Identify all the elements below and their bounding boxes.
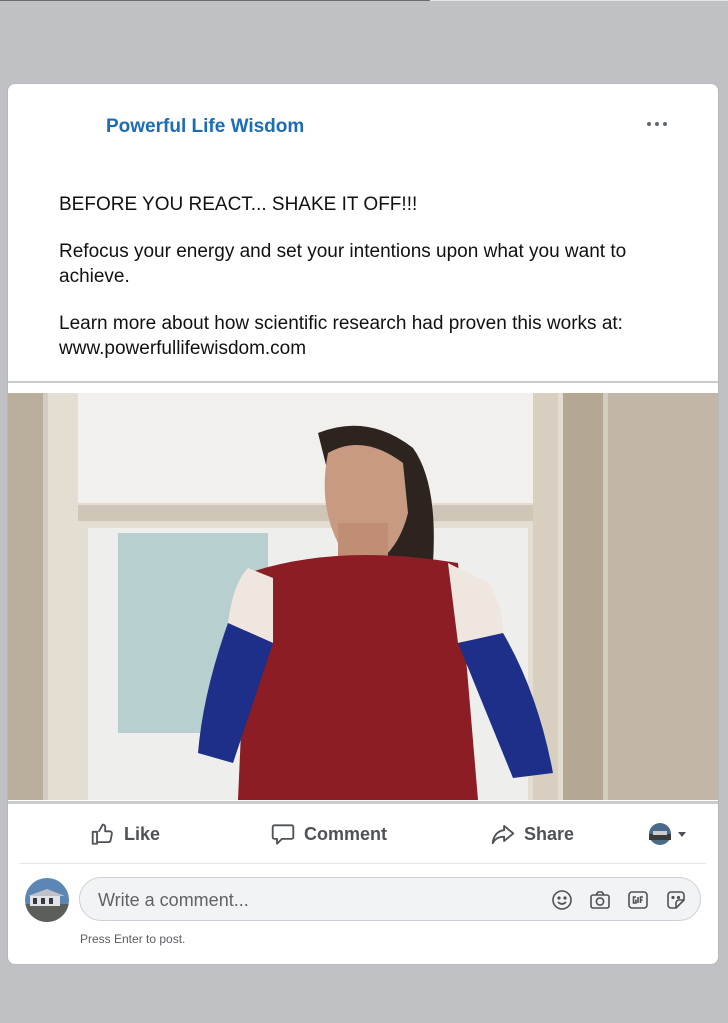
page-name-link[interactable]: Powerful Life Wisdom xyxy=(106,116,304,138)
like-icon xyxy=(91,823,113,845)
divider xyxy=(8,381,718,383)
share-button[interactable]: Share xyxy=(490,810,574,858)
gif-icon[interactable] xyxy=(626,888,650,912)
emoji-icon[interactable] xyxy=(550,888,574,912)
post-line-1: BEFORE YOU REACT... SHAKE IT OFF!!! xyxy=(59,194,418,215)
post-gif-image[interactable] xyxy=(8,393,718,800)
caret-down-icon xyxy=(678,832,686,837)
more-options-icon[interactable] xyxy=(640,112,674,136)
audience-selector[interactable] xyxy=(648,810,688,858)
like-button[interactable]: Like xyxy=(90,810,160,858)
press-enter-hint: Press Enter to post. xyxy=(80,932,186,946)
comment-label: Comment xyxy=(304,823,388,844)
like-label: Like xyxy=(124,823,161,844)
share-icon xyxy=(491,824,515,845)
comment-tools xyxy=(550,888,688,912)
action-bar: Like Comment Share xyxy=(8,810,718,858)
share-label: Share xyxy=(524,823,575,844)
divider xyxy=(8,801,718,804)
top-border-highlight xyxy=(430,0,728,1)
comment-input[interactable] xyxy=(96,878,520,922)
divider xyxy=(20,863,706,864)
comment-field[interactable] xyxy=(79,877,701,922)
sticker-icon[interactable] xyxy=(664,888,688,912)
post-text: BEFORE YOU REACT... SHAKE IT OFF!!! Refo… xyxy=(59,192,699,361)
comment-button[interactable]: Comment xyxy=(270,810,387,858)
camera-icon[interactable] xyxy=(588,888,612,912)
comment-icon xyxy=(271,824,295,845)
post-line-3: Learn more about how scientific research… xyxy=(59,313,623,359)
profile-avatar-icon xyxy=(649,823,671,845)
user-avatar[interactable] xyxy=(25,878,69,922)
post-card: Powerful Life Wisdom BEFORE YOU REACT...… xyxy=(8,84,718,964)
post-line-2: Refocus your energy and set your intenti… xyxy=(59,241,627,287)
